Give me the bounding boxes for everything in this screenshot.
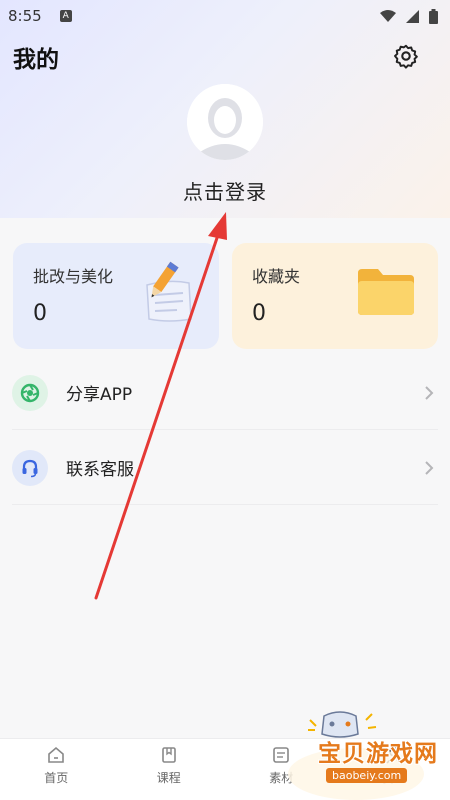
avatar[interactable] bbox=[187, 84, 263, 160]
watermark-text: 宝贝游戏网 bbox=[318, 741, 438, 767]
menu-item-contact-service[interactable]: 联系客服 bbox=[12, 431, 438, 505]
chevron-right-icon bbox=[425, 385, 434, 400]
watermark-url: baobeiy.com bbox=[326, 768, 408, 783]
pencil-paper-icon bbox=[139, 261, 197, 327]
signal-icon bbox=[406, 9, 419, 23]
tab-label: 课程 bbox=[156, 771, 181, 785]
tab-home[interactable]: 首页 bbox=[0, 739, 113, 800]
status-bar: 8:55 A bbox=[0, 0, 450, 32]
share-icon bbox=[12, 374, 48, 411]
home-icon bbox=[48, 746, 65, 763]
status-indicators bbox=[380, 8, 438, 24]
settings-button[interactable] bbox=[390, 40, 422, 72]
menu-item-label: 分享APP bbox=[66, 385, 133, 405]
book-icon bbox=[161, 747, 176, 763]
user-avatar-icon bbox=[187, 84, 263, 160]
battery-icon bbox=[429, 8, 438, 24]
folder-icon bbox=[356, 267, 416, 321]
gear-icon bbox=[394, 44, 418, 69]
page-title: 我的 bbox=[13, 47, 59, 73]
login-link[interactable]: 点击登录 bbox=[0, 176, 450, 205]
card-favorites[interactable]: 收藏夹 0 bbox=[232, 243, 438, 349]
watermark-logo: 宝贝游戏网 baobeiy.com bbox=[286, 700, 450, 800]
headset-icon bbox=[12, 449, 48, 486]
tab-courses[interactable]: 课程 bbox=[113, 739, 226, 800]
wifi-icon bbox=[380, 9, 396, 22]
tab-label: 首页 bbox=[44, 771, 69, 785]
chevron-right-icon bbox=[425, 460, 434, 475]
card-correction-beautify[interactable]: 批改与美化 0 bbox=[13, 243, 219, 349]
notification-icon: A bbox=[59, 10, 72, 22]
status-time: 8:55 bbox=[8, 7, 42, 25]
menu-item-label: 联系客服 bbox=[66, 460, 134, 480]
menu-item-share-app[interactable]: 分享APP bbox=[12, 356, 438, 430]
